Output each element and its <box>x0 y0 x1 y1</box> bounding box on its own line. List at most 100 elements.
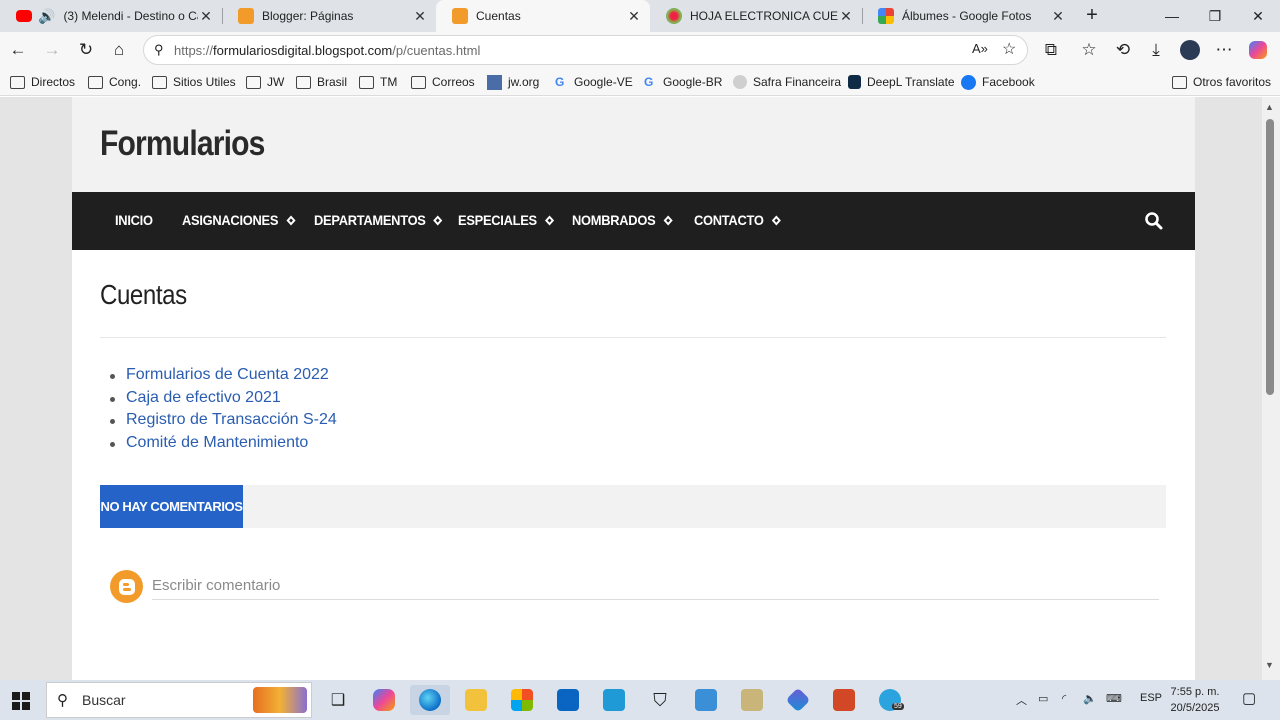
security-shield-icon[interactable]: ⛉ <box>640 685 680 715</box>
calendar-app-icon[interactable] <box>594 685 634 715</box>
menu-item-inicio[interactable]: INICIO <box>115 212 153 228</box>
forward-button[interactable]: → <box>40 38 64 62</box>
site-info-icon[interactable]: ⚲ <box>154 42 164 58</box>
language-indicator[interactable]: ESP <box>1140 692 1162 704</box>
page-viewport: Formularios INICIO ASIGNACIONES DEPARTAM… <box>0 97 1280 680</box>
link-caja-efectivo-2021[interactable]: Caja de efectivo 2021 <box>100 389 337 412</box>
scroll-thumb[interactable] <box>1266 119 1274 395</box>
dropdown-diamond-icon <box>286 215 296 225</box>
close-tab-icon[interactable]: ✕ <box>626 8 642 25</box>
show-hidden-icons[interactable]: ︿ <box>1016 692 1027 708</box>
link-formularios-cuenta-2022[interactable]: Formularios de Cuenta 2022 <box>100 366 337 389</box>
restore-button[interactable]: ❐ <box>1193 0 1237 32</box>
post-title: Cuentas <box>100 279 187 310</box>
comments-header: NO HAY COMENTARIOS <box>100 485 1166 528</box>
site-title[interactable]: Formularios <box>100 124 265 164</box>
menu-item-departamentos[interactable]: DEPARTAMENTOS <box>314 212 443 228</box>
battery-icon[interactable]: ▭ <box>1038 692 1048 705</box>
tab-google-fotos[interactable]: Álbumes - Google Fotos ✕ <box>862 0 1074 32</box>
wifi-icon[interactable]: ◜ <box>1062 692 1066 705</box>
task-view-button[interactable]: ❑ <box>318 685 358 715</box>
volume-icon[interactable]: 🔈 <box>1083 692 1097 705</box>
edge-app-icon[interactable] <box>410 685 450 715</box>
jw-icon <box>487 74 502 90</box>
powerpoint-icon[interactable] <box>824 685 864 715</box>
bookmark-correos[interactable]: Correos <box>411 73 475 91</box>
tab-title: Cuentas <box>476 9 521 23</box>
scroll-up-icon[interactable]: ▲ <box>1265 102 1274 112</box>
favorite-star-icon[interactable]: ☆ <box>1002 39 1016 59</box>
dropdown-diamond-icon <box>663 215 673 225</box>
search-highlight-icon <box>253 687 307 713</box>
safra-icon <box>733 75 747 89</box>
bookmark-jw-org[interactable]: jw.org <box>487 73 539 91</box>
tab-hoja-electronica[interactable]: HOJA ELECTRONICA CUENTAS ✕ <box>650 0 862 32</box>
bookmark-label: Safra Financeira <box>753 75 842 89</box>
telegram-icon[interactable]: 59 <box>870 685 910 715</box>
profile-avatar[interactable] <box>1178 38 1202 62</box>
close-tab-icon[interactable]: ✕ <box>412 8 428 25</box>
bookmark-facebook[interactable]: Facebook <box>961 73 1035 91</box>
scroll-down-icon[interactable]: ▼ <box>1265 660 1274 670</box>
page-scrollbar[interactable]: ▲ ▼ <box>1262 97 1280 680</box>
bookmark-label: Google-BR <box>663 75 723 89</box>
bookmark-otros-favoritos[interactable]: Otros favoritos <box>1172 73 1271 91</box>
more-menu-icon[interactable]: ⋯ <box>1212 38 1236 62</box>
speaker-icon[interactable]: 🔊 <box>38 8 55 25</box>
bookmark-label: Sitios Utiles <box>173 75 236 89</box>
menu-item-nombrados[interactable]: NOMBRADOS <box>572 212 673 228</box>
downloads-icon[interactable]: ⤓ <box>1144 38 1168 62</box>
clock[interactable]: 7:55 p. m. 20/5/2025 <box>1165 684 1225 716</box>
address-bar[interactable]: ⚲ https://formulariosdigital.blogspot.co… <box>143 35 1028 65</box>
reload-button[interactable]: ↻ <box>74 38 98 62</box>
taskbar-search[interactable]: ⚲ Buscar <box>46 682 312 718</box>
tab-blogger-paginas[interactable]: Blogger: Páginas ✕ <box>222 0 436 32</box>
link-registro-transaccion-s24[interactable]: Registro de Transacción S-24 <box>100 411 337 434</box>
search-icon[interactable] <box>1144 211 1164 231</box>
history-icon[interactable]: ⟲ <box>1111 38 1135 62</box>
close-tab-icon[interactable]: ✕ <box>1050 8 1066 25</box>
bookmark-jw[interactable]: JW <box>246 73 284 91</box>
close-window-button[interactable]: ✕ <box>1236 0 1280 32</box>
outlook-icon[interactable] <box>548 685 588 715</box>
tab-youtube[interactable]: 🔊 (3) Melendi - Destino o Ca ✕ <box>0 0 222 32</box>
bookmark-label: TM <box>380 75 398 89</box>
file-explorer-icon[interactable] <box>456 685 496 715</box>
bookmark-tm[interactable]: TM <box>359 73 397 91</box>
tab-title: Álbumes - Google Fotos <box>902 9 1032 23</box>
keyboard-icon[interactable]: ⌨ <box>1106 692 1122 705</box>
new-tab-button[interactable]: + <box>1080 4 1104 28</box>
clock-time: 7:55 p. m. <box>1170 686 1220 698</box>
microsoft-store-icon[interactable] <box>502 685 542 715</box>
library-app-icon[interactable] <box>732 685 772 715</box>
bookmark-brasil[interactable]: Brasil <box>296 73 347 91</box>
link-comite-mantenimiento[interactable]: Comité de Mantenimiento <box>100 434 337 457</box>
bookmark-google-br[interactable]: G Google-BR <box>644 73 722 91</box>
control-panel-icon[interactable] <box>686 685 726 715</box>
back-button[interactable]: ← <box>6 38 30 62</box>
bookmark-safra[interactable]: Safra Financeira <box>733 73 841 91</box>
extensions-icon[interactable]: ⧉ <box>1039 38 1063 62</box>
bookmark-cong[interactable]: Cong. <box>88 73 141 91</box>
notifications-icon[interactable]: ▢ <box>1242 689 1256 707</box>
close-tab-icon[interactable]: ✕ <box>838 8 854 25</box>
copilot-app-icon[interactable] <box>364 685 404 715</box>
close-tab-icon[interactable]: ✕ <box>198 8 214 25</box>
comment-input[interactable]: Escribir comentario <box>152 574 1159 600</box>
bookmark-directos[interactable]: Directos <box>10 73 75 91</box>
menu-item-asignaciones[interactable]: ASIGNACIONES <box>182 212 296 228</box>
read-aloud-icon[interactable]: A» <box>972 41 988 56</box>
copilot-icon[interactable] <box>1246 38 1270 62</box>
minimize-button[interactable]: — <box>1150 0 1194 32</box>
windows-taskbar: ⚲ Buscar ❑ ⛉ 59 ︿ ▭ ◜ 🔈 ⌨ ESP 7:55 p. m.… <box>0 680 1280 720</box>
bookmark-deepl[interactable]: DeepL Translate <box>848 73 955 91</box>
tab-cuentas[interactable]: Cuentas ✕ <box>436 0 650 32</box>
menu-item-contacto[interactable]: CONTACTO <box>694 212 781 228</box>
bookmark-google-ve[interactable]: G Google-VE <box>555 73 633 91</box>
menu-item-especiales[interactable]: ESPECIALES <box>458 212 554 228</box>
bookmark-sitios-utiles[interactable]: Sitios Utiles <box>152 73 236 91</box>
clipchamp-icon[interactable] <box>778 685 818 715</box>
home-button[interactable]: ⌂ <box>107 38 131 62</box>
favorites-icon[interactable]: ☆ <box>1077 38 1101 62</box>
windows-start-icon[interactable] <box>12 692 30 710</box>
